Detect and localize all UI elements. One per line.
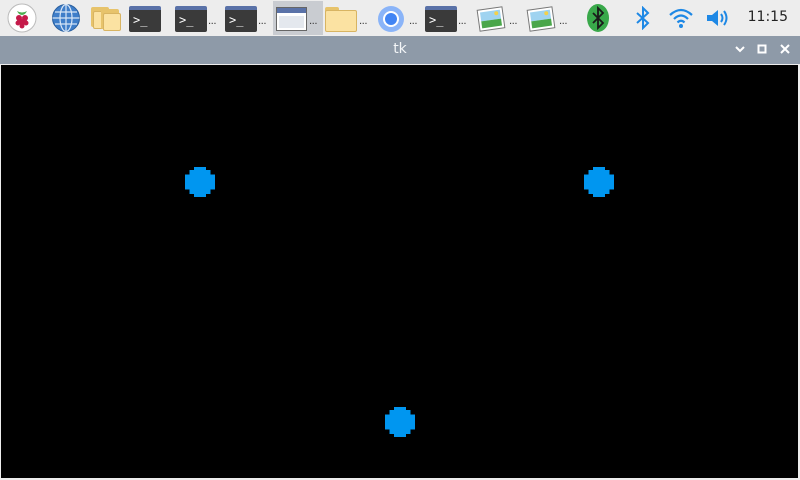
web-browser-launcher[interactable] (49, 1, 85, 35)
task-ellipsis: ... (559, 16, 568, 27)
window-icon (276, 7, 307, 31)
tk-canvas[interactable] (1, 65, 798, 478)
folder-icon (325, 5, 357, 33)
wifi-tray-button[interactable] (666, 1, 696, 35)
window-titlebar[interactable]: tk (0, 36, 800, 64)
taskbar-image-viewer-1[interactable]: ... (473, 1, 523, 35)
task-ellipsis: ... (509, 16, 518, 27)
task-ellipsis: ... (309, 16, 318, 27)
taskbar-image-viewer-2[interactable]: ... (523, 1, 573, 35)
globe-browser-icon (52, 3, 80, 33)
chromium-icon (378, 6, 404, 32)
close-icon[interactable] (776, 40, 794, 58)
taskbar-terminal-2[interactable]: >_ ... (173, 1, 223, 35)
image-viewer-icon (476, 6, 506, 32)
main-menu-button[interactable] (4, 1, 40, 35)
terminal-icon: >_ (225, 6, 257, 32)
window-title: tk (393, 41, 407, 57)
volume-icon (707, 10, 728, 26)
file-manager-launcher[interactable] (88, 1, 124, 35)
taskbar-terminal-4[interactable]: >_ ... (423, 1, 473, 35)
file-manager-icon (89, 1, 123, 35)
blue-dot (584, 167, 614, 197)
taskbar-folder-window[interactable]: ... (323, 1, 373, 35)
task-ellipsis: ... (409, 16, 418, 27)
blue-dot (385, 407, 415, 437)
blue-dot (185, 167, 215, 197)
task-ellipsis: ... (359, 16, 368, 27)
bluetooth-tray-button[interactable] (630, 1, 656, 35)
bluetooth-icon (587, 4, 609, 32)
task-ellipsis: ... (458, 16, 467, 27)
minimize-chevron-icon[interactable] (731, 40, 749, 58)
raspberry-menu-icon (7, 3, 37, 33)
terminal-icon: >_ (425, 6, 457, 32)
wifi-icon (669, 8, 693, 28)
task-ellipsis: ... (258, 16, 267, 27)
terminal-icon: >_ (175, 6, 207, 32)
taskbar: >_ >_ ... >_ ... ... ... ... >_ ... ... … (0, 0, 800, 36)
bluetooth-icon (636, 6, 650, 30)
image-viewer-icon (526, 6, 556, 32)
maximize-icon[interactable] (753, 40, 771, 58)
bluetooth-app-button[interactable] (583, 1, 613, 35)
volume-tray-button[interactable] (703, 1, 733, 35)
clock[interactable]: 11:15 (748, 9, 788, 25)
taskbar-terminal-3[interactable]: >_ ... (223, 1, 273, 35)
taskbar-terminal-1[interactable]: >_ (127, 1, 171, 35)
taskbar-chromium-window[interactable]: ... (373, 1, 423, 35)
terminal-icon: >_ (129, 6, 161, 32)
taskbar-tk-window[interactable]: ... (273, 1, 323, 35)
task-ellipsis: ... (208, 16, 217, 27)
